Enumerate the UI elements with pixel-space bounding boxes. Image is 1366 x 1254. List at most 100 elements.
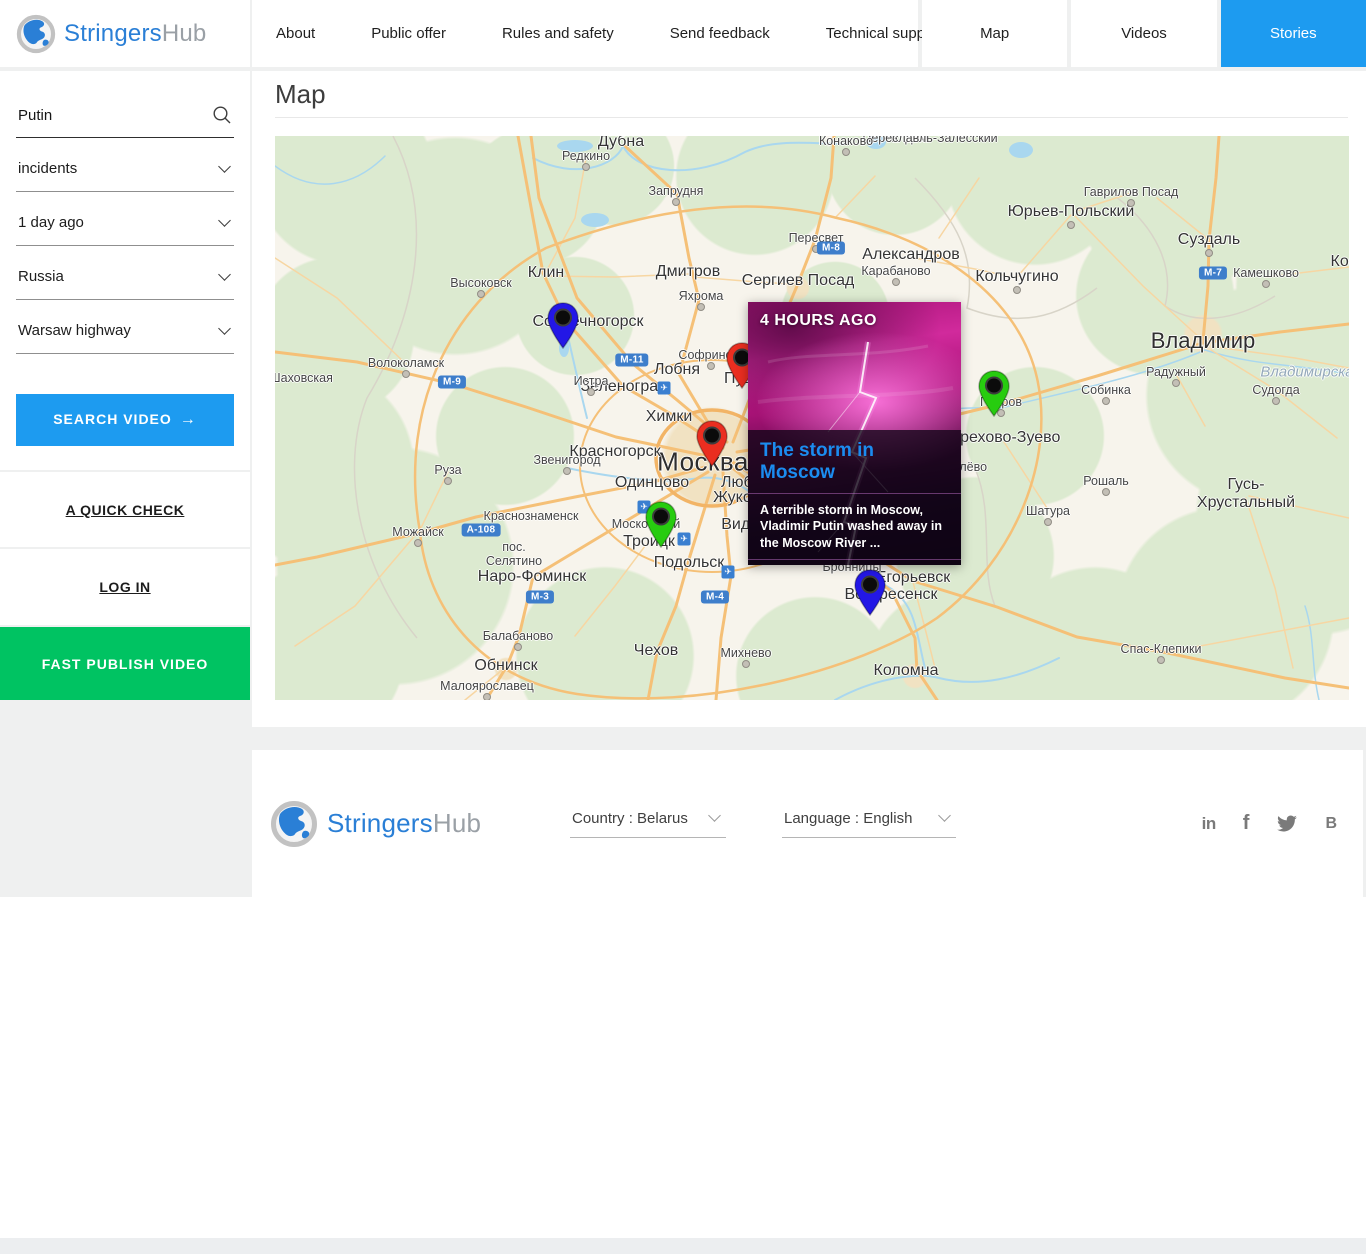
- footer-logo-text: StringersHub: [327, 808, 481, 839]
- tab-map[interactable]: Map: [922, 0, 1068, 67]
- search-icon[interactable]: [212, 105, 232, 125]
- map-pin-blue[interactable]: [546, 302, 580, 354]
- map-label-наро-фоминск: Наро-Фоминск: [477, 568, 587, 585]
- map-label-малоярославец: Малоярославец: [440, 679, 534, 693]
- filter-value: Russia: [18, 268, 64, 285]
- logo[interactable]: StringersHub: [16, 14, 206, 54]
- map-town-dot: [1067, 221, 1075, 229]
- map-pin-red[interactable]: [695, 420, 729, 472]
- filter-value: Warsaw highway: [18, 322, 131, 339]
- map-town-dot: [672, 198, 680, 206]
- map-town-dot: [1102, 397, 1110, 405]
- map-label-высоковск: Высоковск: [450, 276, 512, 290]
- filter-dropdown-1-day-ago[interactable]: 1 day ago: [16, 213, 234, 246]
- country-dropdown[interactable]: Country : Belarus: [570, 809, 726, 838]
- map-label-руза: Руза: [434, 463, 462, 477]
- story-popup[interactable]: 4 HOURS AGO The storm in Moscow A terrib…: [748, 302, 961, 565]
- map-label-спас-клепики: Спас-Клепики: [1120, 642, 1202, 656]
- map-town-dot: [697, 303, 705, 311]
- map-town-dot: [1102, 488, 1110, 496]
- filter-dropdown-incidents[interactable]: incidents: [16, 159, 234, 192]
- header-nav: About Public offer Rules and safety Send fe…: [252, 0, 943, 67]
- chevron-down-icon: [218, 213, 231, 227]
- sidebar-search-panel: Putin incidents 1 day ago Russia Warsaw hig…: [0, 71, 250, 470]
- linkedin-icon[interactable]: in: [1202, 814, 1217, 834]
- map-town-dot: [892, 278, 900, 286]
- header-logo-box: StringersHub: [0, 0, 250, 67]
- map-town-dot: [1044, 518, 1052, 526]
- popup-time-badge: 4 HOURS AGO: [760, 312, 877, 329]
- map-label-редкино: Редкино: [561, 149, 611, 163]
- map-canvas[interactable]: МоскваВладимирВладимирскаяКлинДмитровСер…: [275, 136, 1349, 700]
- social-links: in f B: [1202, 812, 1337, 835]
- map-label-балабаново: Балабаново: [482, 629, 554, 643]
- map-label-дмитров: Дмитров: [655, 263, 721, 280]
- tab-videos[interactable]: Videos: [1071, 0, 1217, 67]
- language-dropdown[interactable]: Language : English: [782, 809, 956, 838]
- map-town-dot: [1172, 379, 1180, 387]
- search-value: Putin: [18, 106, 53, 124]
- popup-title[interactable]: The storm in Moscow: [748, 430, 961, 494]
- road-badge-м-3: М-3: [525, 590, 555, 604]
- map-label-собинка: Собинка: [1081, 383, 1131, 397]
- map-town-dot: [842, 148, 850, 156]
- map-label-обнинск: Обнинск: [474, 657, 538, 674]
- map-label-запрудня: Запрудня: [648, 184, 704, 198]
- nav-link-about[interactable]: About: [276, 25, 315, 42]
- map-town-dot: [483, 693, 491, 700]
- vk-icon[interactable]: B: [1325, 815, 1337, 833]
- map-label-чехов: Чехов: [633, 642, 679, 659]
- nav-link-rules-and-safety[interactable]: Rules and safety: [502, 25, 614, 42]
- tab-stories[interactable]: Stories: [1220, 0, 1366, 67]
- search-input[interactable]: Putin: [16, 105, 234, 138]
- map-label-камешково: Камешково: [1233, 266, 1299, 280]
- filter-value: incidents: [18, 160, 78, 177]
- chevron-down-icon: [218, 267, 231, 281]
- map-town-dot: [1013, 286, 1021, 294]
- map-label-суздаль: Суздаль: [1177, 231, 1241, 248]
- bottom-strip: [0, 1238, 1366, 1254]
- map-pin-green[interactable]: [977, 370, 1011, 422]
- airport-icon: ✈: [677, 532, 691, 546]
- quick-check-link[interactable]: A QUICK CHECK: [66, 502, 185, 518]
- airport-icon: ✈: [657, 381, 671, 395]
- logo-part-2: Hub: [161, 19, 207, 47]
- map-label-одинцово: Одинцово: [614, 474, 690, 491]
- map-pin-blue[interactable]: [853, 569, 887, 621]
- map-label-клин: Клин: [527, 264, 565, 281]
- map-town-dot: [582, 163, 590, 171]
- map-label-шаховская: Шаховская: [275, 371, 333, 385]
- map-label-переславль-залесский: Переславль-Залесский: [862, 136, 998, 145]
- nav-link-public-offer[interactable]: Public offer: [371, 25, 446, 42]
- arrow-right-icon: →: [179, 411, 197, 428]
- popup-body: The storm in Moscow A terrible storm in …: [748, 430, 961, 565]
- map-town-dot: [707, 362, 715, 370]
- fast-publish-video-button[interactable]: FAST PUBLISH VIDEO: [0, 627, 250, 700]
- filter-dropdown-warsaw-highway[interactable]: Warsaw highway: [16, 321, 234, 354]
- map-town-dot: [514, 643, 522, 651]
- twitter-icon[interactable]: [1276, 815, 1298, 833]
- map-label-александров: Александров: [862, 246, 960, 263]
- filter-value: 1 day ago: [18, 214, 84, 231]
- map-pin-green[interactable]: [644, 501, 678, 553]
- map-town-dot: [742, 660, 750, 668]
- popup-hashtags[interactable]: #Moscow #Vladimir # Putin #River: [748, 560, 961, 565]
- map-label-истра: Истра: [573, 374, 609, 388]
- log-in-link[interactable]: LOG IN: [99, 579, 150, 595]
- chevron-down-icon: [938, 809, 951, 822]
- map-label-рошаль: Рошаль: [1083, 474, 1129, 488]
- map-label-михнево: Михнево: [720, 646, 772, 660]
- facebook-icon[interactable]: f: [1243, 812, 1250, 835]
- map-label-владимирская: Владимирская: [1260, 363, 1349, 381]
- search-video-button[interactable]: SEARCH VIDEO →: [16, 394, 234, 446]
- map-label-можайск: Можайск: [392, 525, 444, 539]
- map-label-ковров: Ковров: [1330, 253, 1349, 270]
- map-town-dot: [1157, 656, 1165, 664]
- map-label-звенигород: Звенигород: [533, 453, 601, 467]
- road-badge-а-108: А-108: [461, 523, 501, 537]
- footer-logo[interactable]: StringersHub: [270, 800, 570, 848]
- filter-dropdown-russia[interactable]: Russia: [16, 267, 234, 300]
- airport-icon: ✈: [721, 565, 735, 579]
- map-label-конаково: Конаково: [818, 136, 874, 148]
- nav-link-send-feedback[interactable]: Send feedback: [670, 25, 770, 42]
